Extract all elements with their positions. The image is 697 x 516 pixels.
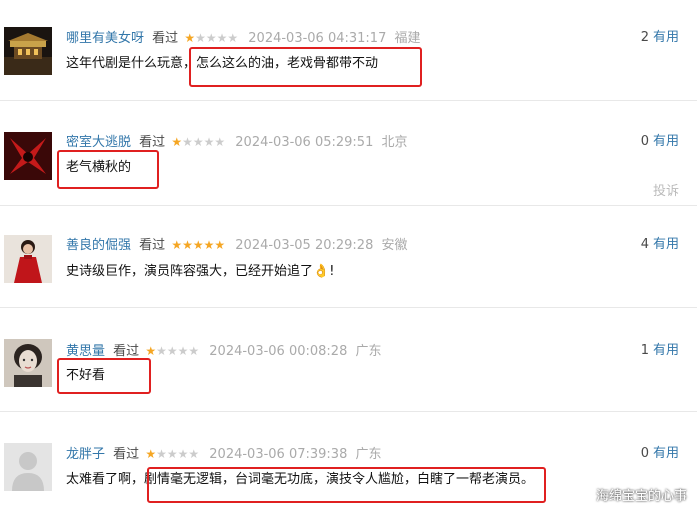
star-empty-icon: ★ (227, 31, 239, 45)
useful-vote[interactable]: 0 有用 (641, 445, 679, 463)
comment-item: 龙胖子 看过 ★★★★★ 2024-03-06 07:39:38 广东 0 有用 … (0, 411, 697, 516)
comment-item: 黄思量 看过 ★★★★★ 2024-03-06 00:08:28 广东 1 有用 … (0, 307, 697, 412)
useful-label[interactable]: 有用 (653, 134, 679, 149)
user-avatar[interactable] (4, 443, 52, 491)
highlight-box (189, 47, 422, 87)
useful-count: 1 (640, 343, 649, 358)
star-empty-icon: ★ (203, 135, 215, 149)
star-empty-icon: ★ (216, 31, 228, 45)
star-empty-icon: ★ (182, 135, 193, 149)
ok-hand-emoji: 👌! (313, 264, 335, 279)
highlight-box (147, 467, 546, 503)
comment-time: 2024-03-06 07:39:38 (209, 447, 348, 462)
red-claw-icon (4, 132, 52, 180)
comment-time: 2024-03-06 00:08:28 (209, 344, 348, 359)
user-avatar[interactable] (4, 235, 52, 283)
username-link[interactable]: 黄思量 (66, 344, 105, 359)
star-empty-icon: ★ (205, 31, 217, 45)
red-dress-icon (4, 235, 52, 283)
user-avatar[interactable] (4, 132, 52, 180)
useful-vote[interactable]: 1 有用 (641, 342, 679, 360)
comment-text-main: 史诗级巨作，演员阵容强大，已经开始追了 (66, 264, 314, 279)
comment-time: 2024-03-06 05:29:51 (235, 135, 374, 150)
rating-stars: ★★★★★ (171, 238, 225, 252)
comment-location: 广东 (355, 447, 382, 462)
star-filled-icon: ★ (182, 238, 193, 252)
watched-label: 看过 (139, 238, 166, 253)
star-empty-icon: ★ (188, 447, 200, 461)
star-empty-icon: ★ (177, 344, 189, 358)
rating-stars: ★★★★★ (145, 447, 199, 461)
highlight-box (57, 150, 159, 189)
star-empty-icon: ★ (192, 135, 204, 149)
useful-count: 2 (640, 30, 649, 45)
comment-meta: 密室大逃脱 看过 ★★★★★ 2024-03-06 05:29:51 北京 (66, 133, 408, 151)
night-building-icon (4, 27, 52, 75)
useful-label[interactable]: 有用 (653, 237, 679, 252)
comment-item: 哪里有美女呀 看过 ★★★★★ 2024-03-06 04:31:17 福建 2… (0, 0, 697, 101)
comment-location: 广东 (355, 344, 382, 359)
watched-label: 看过 (113, 344, 140, 359)
star-empty-icon: ★ (177, 447, 189, 461)
star-empty-icon: ★ (166, 447, 178, 461)
comment-text: 史诗级巨作，演员阵容强大，已经开始追了👌! (66, 262, 334, 282)
watched-label: 看过 (113, 447, 140, 462)
useful-count: 0 (640, 446, 649, 461)
watched-label: 看过 (139, 135, 166, 150)
rating-stars: ★★★★★ (145, 344, 199, 358)
star-filled-icon: ★ (184, 31, 196, 45)
useful-vote[interactable]: 0 有用 (641, 133, 679, 151)
comment-meta: 龙胖子 看过 ★★★★★ 2024-03-06 07:39:38 广东 (66, 445, 382, 463)
rating-stars: ★★★★★ (171, 135, 225, 149)
comment-item: 善良的倔强 看过 ★★★★★ 2024-03-05 20:29:28 安徽 4有… (0, 205, 697, 308)
star-empty-icon: ★ (156, 447, 167, 461)
default-user-icon (4, 443, 52, 491)
useful-label[interactable]: 有用 (653, 343, 679, 358)
vintage-portrait-icon (4, 339, 52, 387)
user-avatar[interactable] (4, 27, 52, 75)
star-empty-icon: ★ (156, 344, 167, 358)
star-filled-icon: ★ (203, 238, 215, 252)
star-filled-icon: ★ (145, 344, 157, 358)
comment-time: 2024-03-06 04:31:17 (248, 31, 387, 46)
watermark: 海绵宝宝的心事 (595, 489, 687, 504)
useful-count: 4 (640, 237, 649, 252)
useful-label[interactable]: 有用 (653, 30, 679, 45)
useful-count: 0 (640, 134, 649, 149)
star-empty-icon: ★ (214, 135, 226, 149)
user-avatar[interactable] (4, 339, 52, 387)
highlight-box (57, 358, 151, 394)
star-filled-icon: ★ (214, 238, 226, 252)
star-empty-icon: ★ (188, 344, 200, 358)
star-filled-icon: ★ (171, 135, 183, 149)
username-link[interactable]: 哪里有美女呀 (66, 31, 144, 46)
comment-time: 2024-03-05 20:29:28 (235, 238, 374, 253)
comment-item: 密室大逃脱 看过 ★★★★★ 2024-03-06 05:29:51 北京 0有… (0, 100, 697, 206)
useful-vote[interactable]: 2 有用 (641, 29, 679, 47)
star-filled-icon: ★ (171, 238, 183, 252)
username-link[interactable]: 善良的倔强 (66, 238, 131, 253)
comment-meta: 哪里有美女呀 看过 ★★★★★ 2024-03-06 04:31:17 福建 (66, 29, 421, 47)
useful-vote[interactable]: 4 有用 (641, 236, 679, 254)
username-link[interactable]: 密室大逃脱 (66, 135, 131, 150)
comment-location: 安徽 (381, 238, 408, 253)
username-link[interactable]: 龙胖子 (66, 447, 105, 462)
comment-meta: 善良的倔强 看过 ★★★★★ 2024-03-05 20:29:28 安徽 (66, 236, 408, 254)
comment-location: 北京 (381, 135, 408, 150)
useful-label[interactable]: 有用 (653, 446, 679, 461)
rating-stars: ★★★★★ (184, 31, 238, 45)
star-empty-icon: ★ (195, 31, 206, 45)
star-filled-icon: ★ (192, 238, 204, 252)
comment-location: 福建 (394, 31, 421, 46)
watched-label: 看过 (152, 31, 179, 46)
report-link[interactable]: 投诉 (653, 180, 679, 199)
star-filled-icon: ★ (145, 447, 157, 461)
star-empty-icon: ★ (166, 344, 178, 358)
